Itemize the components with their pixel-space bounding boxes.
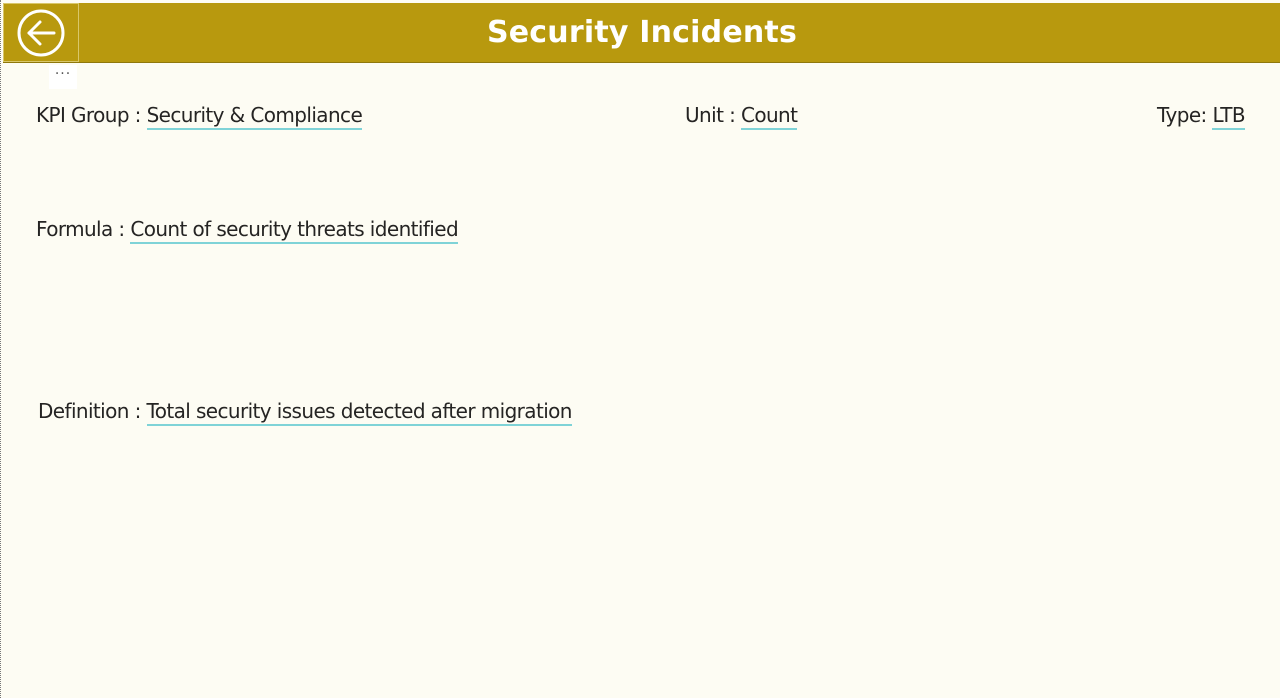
back-button[interactable]: [3, 3, 79, 62]
header-bar: Security Incidents: [3, 3, 1280, 63]
formula-value: Count of security threats identified: [130, 217, 459, 244]
type-value: LTB: [1212, 103, 1246, 130]
definition-value: Total security issues detected after mig…: [146, 399, 572, 426]
type-label: Type:: [1157, 103, 1213, 127]
more-options-button[interactable]: ···: [49, 65, 77, 89]
kpi-detail-page: Security Incidents ··· KPI Group : Secur…: [0, 0, 1280, 698]
definition-label: Definition :: [38, 399, 147, 423]
kpi-group-label: KPI Group :: [36, 103, 147, 127]
definition-field: Definition : Total security issues detec…: [38, 399, 572, 426]
formula-field: Formula : Count of security threats iden…: [36, 217, 459, 244]
unit-field: Unit : Count: [685, 103, 798, 130]
unit-label: Unit :: [685, 103, 741, 127]
page-title: Security Incidents: [486, 15, 798, 50]
formula-label: Formula :: [36, 217, 131, 241]
type-field: Type: LTB: [1157, 103, 1246, 130]
kpi-group-field: KPI Group : Security & Compliance: [36, 103, 363, 130]
kpi-group-value: Security & Compliance: [146, 103, 363, 130]
unit-value: Count: [740, 103, 798, 130]
back-arrow-circle-icon: [17, 9, 65, 56]
